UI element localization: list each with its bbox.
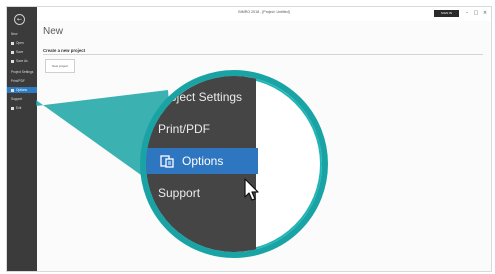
options-icon: [160, 155, 174, 168]
magnified-item-label: Print/PDF: [158, 122, 211, 136]
mouse-cursor-icon: [244, 178, 259, 201]
magnified-item-support: Support: [146, 180, 256, 206]
magnified-item-print-pdf: Print/PDF: [146, 116, 256, 142]
magnified-item-label: Support: [158, 186, 201, 200]
screenshot-stage: BIMRO 2018 - [Project: Untitled] SIGN IN…: [0, 0, 495, 274]
magnified-item-project-settings: Project Settings: [146, 84, 256, 110]
magnified-item-label: Options: [182, 154, 224, 168]
magnified-item-options: Options: [146, 148, 258, 174]
magnifier-lens: Project Settings Print/PDF Options Suppo…: [140, 70, 328, 258]
magnified-menu: Project Settings Print/PDF Options Suppo…: [146, 76, 258, 252]
magnified-item-label: Project Settings: [158, 90, 243, 104]
